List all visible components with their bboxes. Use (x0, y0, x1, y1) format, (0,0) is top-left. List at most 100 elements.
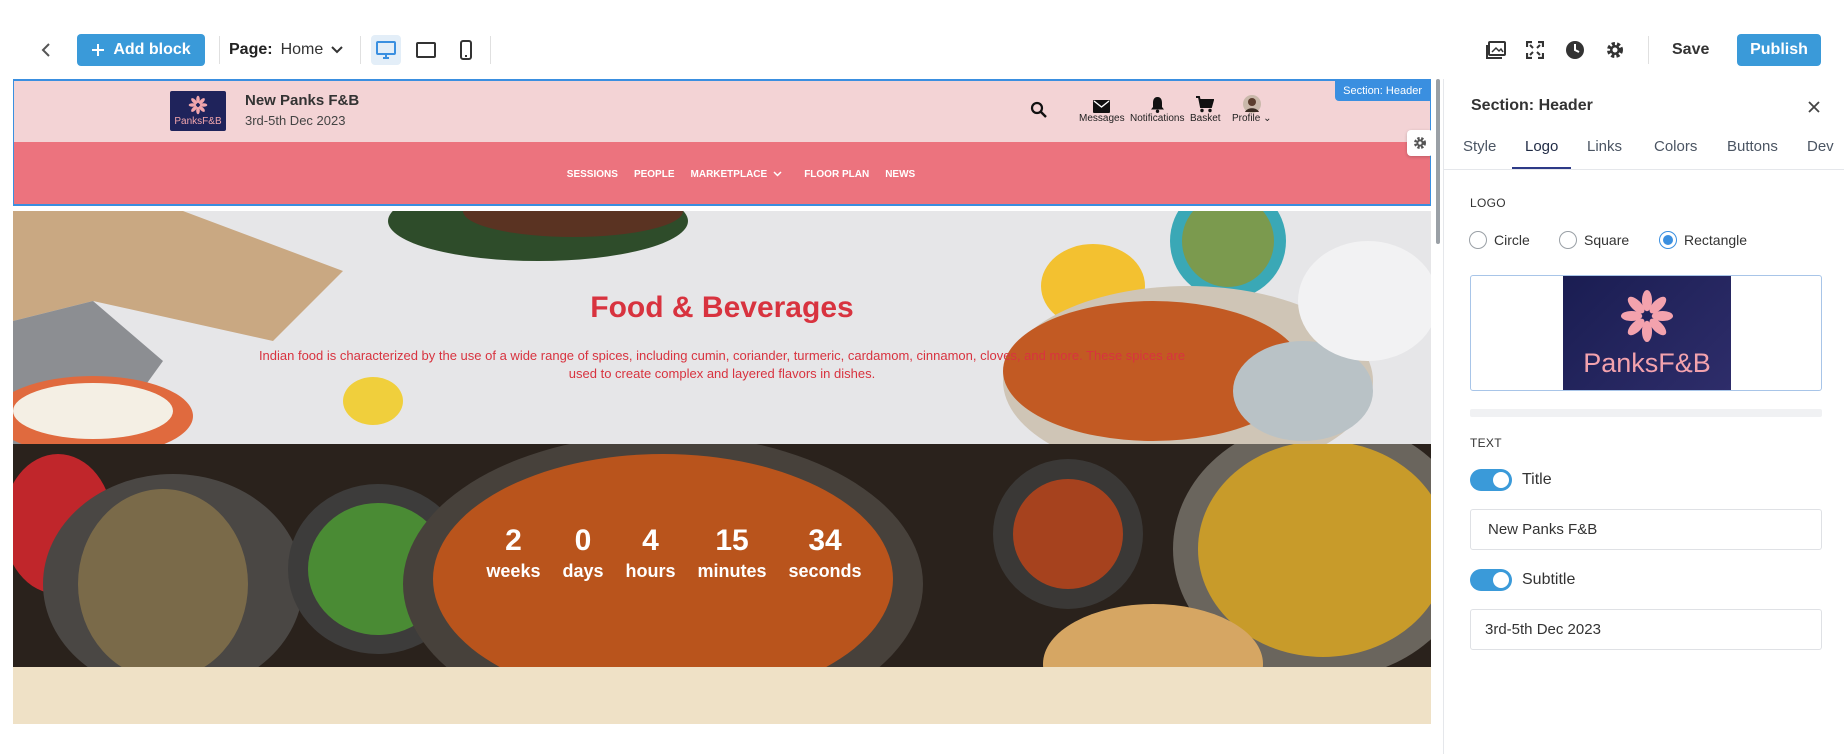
countdown-value: 34 (808, 524, 842, 557)
section-settings-panel: Section: Header Style Logo Links Colors … (1443, 79, 1844, 754)
text-section-heading: TEXT (1470, 436, 1502, 450)
countdown-weeks: 2 weeks (486, 524, 540, 584)
title-toggle[interactable]: Title (1470, 469, 1552, 491)
desktop-icon (376, 41, 396, 59)
page-canvas: PanksF&B New Panks F&B 3rd-5th Dec 2023 … (13, 79, 1431, 724)
tab-dev[interactable]: Dev (1807, 138, 1834, 169)
basket-nav[interactable]: Basket (1190, 95, 1221, 124)
subtitle-text-field[interactable]: 3rd-5th Dec 2023 (1470, 609, 1822, 650)
tab-colors[interactable]: Colors (1654, 138, 1697, 169)
radio-indicator (1659, 231, 1677, 249)
panel-title: Section: Header (1471, 97, 1593, 114)
countdown-minutes: 15 minutes (698, 524, 767, 584)
shape-square-radio[interactable]: Square (1559, 231, 1629, 249)
beige-section[interactable] (13, 667, 1431, 724)
tab-logo[interactable]: Logo (1512, 138, 1572, 169)
shape-rectangle-radio[interactable]: Rectangle (1659, 231, 1747, 249)
shape-circle-radio[interactable]: Circle (1469, 231, 1530, 249)
site-logo[interactable]: PanksF&B (170, 91, 226, 131)
add-block-label: Add block (113, 41, 191, 58)
site-title: New Panks F&B (245, 92, 360, 109)
radio-label: Rectangle (1684, 232, 1748, 248)
search-icon[interactable] (1030, 101, 1050, 121)
logo-preview-upload[interactable]: PanksF&B (1470, 275, 1822, 391)
add-block-button[interactable]: Add block (77, 34, 205, 66)
tablet-icon (416, 42, 436, 58)
panel-divider (1470, 409, 1822, 417)
mobile-view-button[interactable] (451, 35, 481, 65)
profile-label: Profile ⌄ (1232, 113, 1272, 124)
flower-icon (1620, 289, 1674, 342)
toolbar-divider (360, 36, 361, 64)
notifications-nav[interactable]: Notifications (1130, 95, 1184, 124)
tablet-view-button[interactable] (411, 35, 441, 65)
main-navigation: SESSIONS PEOPLE MARKETPLACE FLOOR PLAN N… (13, 142, 1431, 206)
countdown-label: days (562, 561, 604, 581)
toolbar-divider (1648, 36, 1649, 64)
chevron-down-icon (331, 46, 343, 54)
basket-label: Basket (1190, 113, 1221, 124)
countdown-value: 4 (642, 524, 659, 557)
mail-icon (1093, 100, 1111, 113)
tab-links[interactable]: Links (1587, 138, 1622, 169)
tab-buttons[interactable]: Buttons (1727, 138, 1778, 169)
title-text-field[interactable]: New Panks F&B (1470, 509, 1822, 550)
flower-icon (188, 95, 208, 115)
back-chevron-icon[interactable] (34, 38, 58, 62)
notifications-label: Notifications (1130, 113, 1185, 124)
site-header-section[interactable]: PanksF&B New Panks F&B 3rd-5th Dec 2023 … (13, 79, 1431, 206)
radio-label: Circle (1494, 232, 1530, 248)
section-settings-button[interactable] (1407, 130, 1431, 156)
nav-people[interactable]: PEOPLE (634, 169, 675, 180)
countdown-value: 15 (715, 524, 749, 557)
desktop-view-button[interactable] (371, 35, 401, 65)
messages-nav[interactable]: Messages (1079, 95, 1125, 124)
media-library-icon[interactable] (1484, 38, 1508, 62)
page-value: Home (280, 41, 324, 58)
countdown-value: 2 (505, 524, 522, 557)
tab-style[interactable]: Style (1463, 138, 1496, 169)
bell-icon (1150, 97, 1164, 113)
countdown-label: weeks (486, 561, 541, 581)
hero-description: Indian food is characterized by the use … (258, 348, 1186, 381)
logo-preview-image: PanksF&B (1563, 276, 1731, 390)
toggle-label: Subtitle (1522, 571, 1576, 588)
site-subtitle: 3rd-5th Dec 2023 (245, 113, 346, 128)
countdown-label: seconds (788, 561, 862, 581)
hero-section[interactable]: Food & Beverages Indian food is characte… (13, 211, 1431, 444)
toggle-label: Title (1522, 471, 1552, 488)
editor-toolbar: Add block Page: Home Save Publish (0, 0, 1844, 78)
radio-indicator (1469, 231, 1487, 249)
toolbar-divider (219, 36, 220, 64)
publish-button[interactable]: Publish (1737, 34, 1821, 66)
toolbar-divider (490, 36, 491, 64)
settings-gear-icon[interactable] (1603, 38, 1627, 62)
hero-title: Food & Beverages (590, 291, 854, 324)
nav-floor-plan[interactable]: FLOOR PLAN (804, 169, 869, 180)
toggle-switch[interactable] (1470, 569, 1512, 591)
radio-label: Square (1584, 232, 1630, 248)
panel-tabs: Style Logo Links Colors Buttons Dev (1444, 129, 1844, 170)
countdown-seconds: 34 seconds (789, 524, 862, 584)
countdown-value: 0 (574, 524, 592, 557)
canvas-scrollbar[interactable] (1436, 79, 1440, 244)
logo-section-heading: LOGO (1470, 196, 1506, 210)
countdown-timer: 2 weeks 0 days 4 hours 15 minutes 34 sec… (13, 524, 1431, 584)
profile-nav[interactable]: Profile ⌄ (1232, 95, 1272, 124)
subtitle-toggle[interactable]: Subtitle (1470, 569, 1575, 591)
countdown-section[interactable]: 2 weeks 0 days 4 hours 15 minutes 34 sec… (13, 444, 1431, 667)
avatar (1242, 95, 1261, 113)
page-selector[interactable]: Page: Home (229, 38, 343, 62)
nav-sessions[interactable]: SESSIONS (567, 169, 618, 180)
fullscreen-icon[interactable] (1523, 38, 1547, 62)
food-background-image (13, 211, 1431, 444)
nav-news[interactable]: NEWS (885, 169, 915, 180)
logo-preview-text: PanksF&B (1583, 347, 1711, 378)
page-label: Page: (229, 41, 273, 58)
history-icon[interactable] (1563, 38, 1587, 62)
radio-indicator (1559, 231, 1577, 249)
close-icon[interactable] (1804, 97, 1824, 117)
save-button[interactable]: Save (1672, 36, 1709, 64)
toggle-switch[interactable] (1470, 469, 1512, 491)
nav-marketplace[interactable]: MARKETPLACE (691, 169, 783, 180)
